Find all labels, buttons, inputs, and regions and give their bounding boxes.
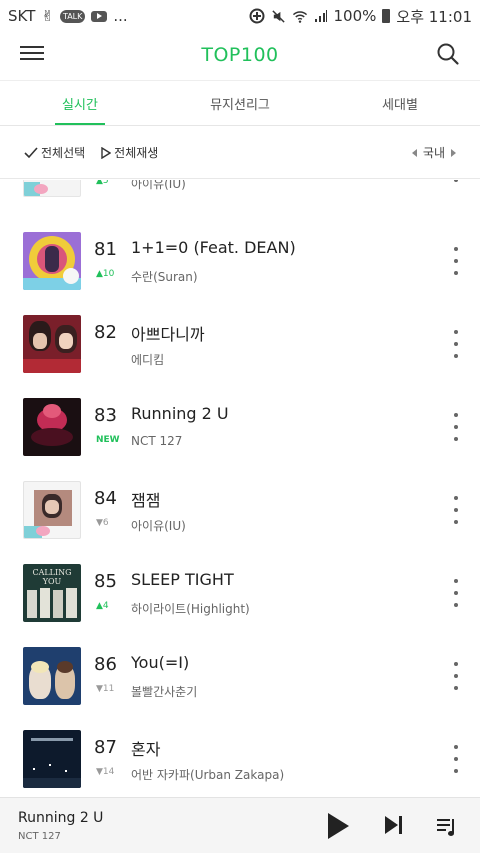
song-title: 아쁘다니까 xyxy=(131,325,205,344)
rank-change: NEW xyxy=(96,435,120,445)
play-icon[interactable] xyxy=(326,812,350,840)
tab-generation[interactable]: 세대별 xyxy=(320,81,480,125)
album-art xyxy=(23,647,81,705)
youtube-icon xyxy=(91,10,108,22)
now-playing-artist: NCT 127 xyxy=(18,831,61,842)
chart-list: ▲5 아이유(IU) 81 ▲10 1+1=0 (Feat. DEAN) 수란(… xyxy=(0,180,480,796)
carrier-label: SKT xyxy=(8,7,36,25)
song-title: 혼자 xyxy=(131,740,161,759)
app-bar: TOP100 xyxy=(0,32,480,78)
battery-icon xyxy=(382,9,391,23)
tab-bar: 실시간 뮤지션리그 세대별 xyxy=(0,80,480,126)
album-art xyxy=(23,398,81,456)
rank-change: ▼14 xyxy=(96,767,115,777)
more-options-icon[interactable] xyxy=(452,745,460,773)
list-item[interactable]: 87 ▼14 혼자 어반 자카파(Urban Zakapa) xyxy=(0,718,480,796)
tab-musician-league[interactable]: 뮤지션리그 xyxy=(160,81,320,125)
more-options-icon[interactable] xyxy=(452,496,460,524)
artist-name: 수란(Suran) xyxy=(131,270,198,284)
artist-name: 아이유(IU) xyxy=(131,180,186,191)
rank-number: 84 xyxy=(94,488,117,509)
album-art-text: CALLING YOU xyxy=(32,568,72,586)
search-icon[interactable] xyxy=(436,42,460,66)
artist-name: 하이라이트(Highlight) xyxy=(131,602,250,616)
chevron-right-icon[interactable] xyxy=(451,148,456,157)
list-item[interactable]: 83 NEW Running 2 U NCT 127 xyxy=(0,386,480,469)
victory-hand-icon: ✌ xyxy=(41,7,54,25)
more-options-icon[interactable] xyxy=(452,180,460,182)
select-all-label: 전체선택 xyxy=(41,146,86,160)
skip-next-icon[interactable] xyxy=(384,815,404,835)
song-title: Running 2 U xyxy=(131,404,229,423)
tab-realtime[interactable]: 실시간 xyxy=(0,81,160,125)
rank-change: ▼6 xyxy=(96,518,109,528)
song-title: 잼잼 xyxy=(131,491,161,510)
song-title: 1+1=0 (Feat. DEAN) xyxy=(131,238,296,257)
hamburger-menu-icon[interactable] xyxy=(20,42,44,66)
album-art xyxy=(23,315,81,373)
more-options-icon[interactable] xyxy=(452,247,460,275)
play-all-label: 전체재생 xyxy=(114,146,159,160)
wifi-icon xyxy=(292,10,307,23)
album-art: CALLING YOU xyxy=(23,564,81,622)
rank-number: 83 xyxy=(94,405,117,426)
list-toolbar: 전체선택 전체재생 국내 xyxy=(0,127,480,179)
status-bar-right: 100% 오후 11:01 xyxy=(249,6,472,27)
list-item[interactable]: 86 ▼11 You(=I) 볼빨간사춘기 xyxy=(0,635,480,718)
select-all-button[interactable]: 전체선택 xyxy=(24,144,85,161)
rank-change: ▼11 xyxy=(96,684,115,694)
list-item[interactable]: CALLING YOU 85 ▲4 SLEEP TIGHT 하이라이트(High… xyxy=(0,552,480,635)
song-title: You(=I) xyxy=(131,653,190,672)
rank-change: ▲5 xyxy=(96,180,109,186)
rank-number: 82 xyxy=(94,322,117,343)
rank-number: 81 xyxy=(94,239,117,260)
mini-player[interactable]: Running 2 U NCT 127 xyxy=(0,797,480,853)
more-options-icon[interactable] xyxy=(452,579,460,607)
list-item[interactable]: ▲5 아이유(IU) xyxy=(0,180,480,210)
battery-percentage: 100% xyxy=(333,7,377,25)
album-art xyxy=(23,180,81,197)
play-all-button[interactable]: 전체재생 xyxy=(101,144,158,161)
rank-change: ▲4 xyxy=(96,601,109,611)
more-options-icon[interactable] xyxy=(452,662,460,690)
kakaotalk-icon: TALK xyxy=(59,9,86,23)
page-title: TOP100 xyxy=(201,44,279,66)
list-item[interactable]: 84 ▼6 잼잼 아이유(IU) xyxy=(0,469,480,552)
rank-number: 85 xyxy=(94,571,117,592)
list-item[interactable]: 81 ▲10 1+1=0 (Feat. DEAN) 수란(Suran) xyxy=(0,220,480,303)
rank-change: ▲10 xyxy=(96,269,115,279)
rank-number: 86 xyxy=(94,654,117,675)
more-options-icon[interactable] xyxy=(452,330,460,358)
artist-name: 볼빨간사춘기 xyxy=(131,685,198,699)
signal-icon xyxy=(314,10,327,22)
status-bar: SKT ✌ TALK ... 100% 오후 11:01 xyxy=(0,0,480,32)
more-options-icon[interactable] xyxy=(452,413,460,441)
check-icon xyxy=(24,146,38,158)
list-item[interactable]: 82 아쁘다니까 에디킴 xyxy=(0,303,480,386)
play-outline-icon xyxy=(101,146,112,159)
data-saver-icon xyxy=(249,8,264,24)
playlist-icon[interactable] xyxy=(436,816,458,838)
now-playing-title: Running 2 U xyxy=(18,810,104,826)
region-selector[interactable]: 국내 xyxy=(411,144,456,161)
region-label: 국내 xyxy=(422,146,445,160)
song-title: SLEEP TIGHT xyxy=(131,570,234,589)
clock: 오후 11:01 xyxy=(396,7,472,26)
artist-name: 에디킴 xyxy=(131,353,165,367)
status-bar-left: SKT ✌ TALK ... xyxy=(8,7,128,25)
album-art xyxy=(23,232,81,290)
album-art xyxy=(23,730,81,788)
chevron-left-icon[interactable] xyxy=(411,148,417,157)
artist-name: 어반 자카파(Urban Zakapa) xyxy=(131,768,285,782)
album-art xyxy=(23,481,81,539)
rank-number: 87 xyxy=(94,737,117,758)
more-notifications-indicator: ... xyxy=(113,7,128,25)
artist-name: NCT 127 xyxy=(131,434,183,448)
artist-name: 아이유(IU) xyxy=(131,519,186,533)
mute-icon xyxy=(271,9,285,23)
